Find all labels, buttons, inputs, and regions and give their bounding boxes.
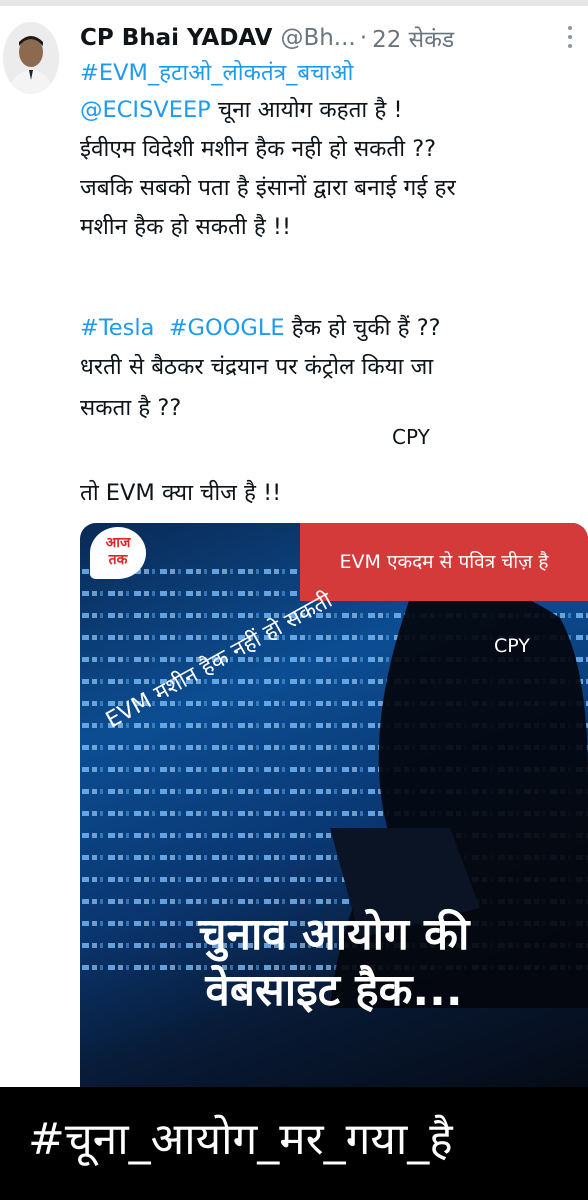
headline-banner: EVM एकदम से पवित्र चीज़ है <box>300 523 588 601</box>
hashtag-link[interactable]: #GOOGLE <box>169 315 285 341</box>
text-line: सकता है ?? <box>80 395 182 421</box>
text-line: ईवीएम विदेशी मशीन हैक नही हो सकती ?? <box>80 136 437 162</box>
tweet-image[interactable]: EVM एकदम से पवित्र चीज़ है आज तक EVM मशी… <box>80 523 588 1087</box>
caption-footer: #चूना_आयोग_मर_गया_है <box>28 1114 453 1165</box>
text-line: @ECISVEEP चूना आयोग कहता है ! <box>80 92 403 128</box>
text-line: जबकि सबको पता है इंसानों द्वारा बनाई गई … <box>80 175 456 201</box>
timestamp[interactable]: 22 सेकंड <box>372 22 454 54</box>
text-line: तो EVM क्या चीज है !! <box>80 480 282 506</box>
text-span: चूना आयोग कहता है ! <box>210 97 403 123</box>
text-span: हैक हो चुकी हैं ?? <box>284 315 441 341</box>
mention-link[interactable]: @ECISVEEP <box>80 97 211 123</box>
text-line: #EVM_हटाओ_लोकतंत्र_बचाओ <box>80 55 353 91</box>
separator: · <box>359 25 368 51</box>
top-divider <box>0 0 588 6</box>
cpy-watermark: CPY <box>494 635 530 657</box>
author-name[interactable]: CP Bhai YADAV <box>80 25 272 51</box>
tweet-header: CP Bhai YADAV @Bh... · 22 सेकंड <box>80 20 580 56</box>
hashtag-link[interactable]: #Tesla <box>80 315 154 341</box>
text-line: मशीन हैक हो सकती है !! <box>80 214 291 240</box>
image-headline: चुनाव आयोग की वेबसाइट हैक... <box>198 909 470 1016</box>
hashtag-link[interactable]: #EVM_हटाओ_लोकतंत्र_बचाओ <box>80 60 353 86</box>
more-vertical-icon[interactable] <box>564 26 576 52</box>
user-avatar-icon <box>3 22 59 94</box>
text-line: धरती से बैठकर चंद्रयान पर कंट्रोल किया ज… <box>80 354 434 380</box>
author-handle[interactable]: @Bh... <box>280 25 355 51</box>
tweet-card[interactable]: CP Bhai YADAV @Bh... · 22 सेकंड #EVM_हटा… <box>0 0 588 1087</box>
avatar[interactable] <box>3 22 59 94</box>
text-line: #Tesla #GOOGLE हैक हो चुकी हैं ?? <box>80 310 441 346</box>
aaj-tak-logo: आज तक <box>90 527 146 579</box>
cpy-label: CPY <box>392 425 430 449</box>
